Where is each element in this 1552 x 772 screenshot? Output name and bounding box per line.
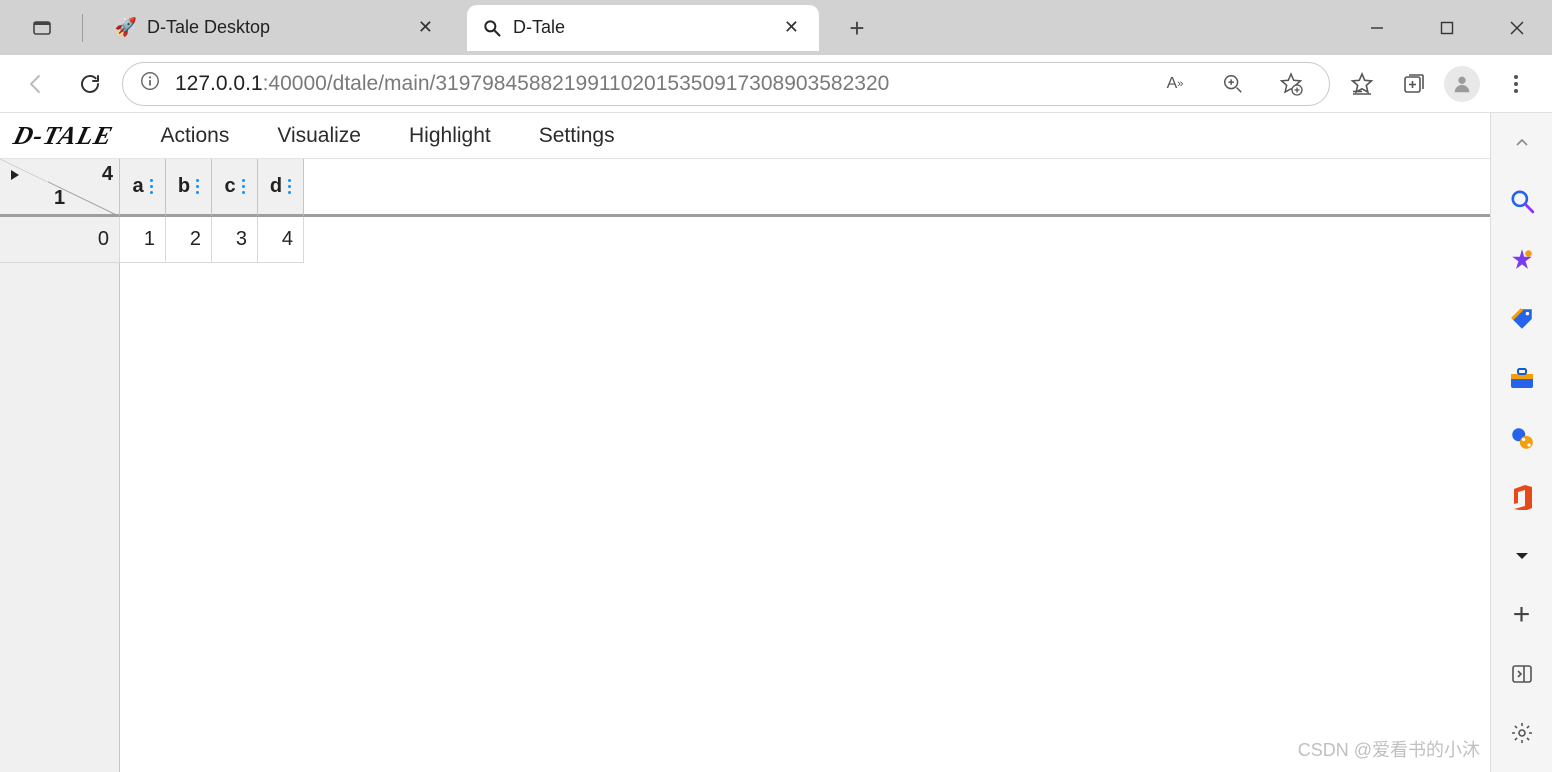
- more-menu-button[interactable]: [1494, 62, 1538, 106]
- tab-manager-button[interactable]: [20, 6, 64, 50]
- grid-corner-totals[interactable]: 4 1: [48, 159, 120, 217]
- menu-settings[interactable]: Settings: [539, 124, 615, 148]
- dtale-menubar: D-TALE Actions Visualize Highlight Setti…: [0, 113, 1490, 159]
- tab-dtale-desktop[interactable]: 🚀 D-Tale Desktop ✕: [101, 5, 453, 51]
- column-menu-icon[interactable]: [150, 179, 153, 194]
- close-icon[interactable]: ✕: [412, 13, 439, 42]
- column-header-b[interactable]: b: [166, 159, 212, 217]
- sidebar-star-icon[interactable]: [1499, 239, 1545, 280]
- menu-actions[interactable]: Actions: [160, 124, 229, 148]
- browser-toolbar: 127.0.0.1:40000/dtale/main/3197984588219…: [0, 55, 1552, 113]
- favorite-add-icon[interactable]: [1269, 62, 1313, 106]
- menu-highlight[interactable]: Highlight: [409, 124, 491, 148]
- column-menu-icon[interactable]: [242, 179, 245, 194]
- scroll-up-icon[interactable]: [1499, 121, 1545, 162]
- column-header-d[interactable]: d: [258, 159, 304, 217]
- column-menu-icon[interactable]: [196, 179, 199, 194]
- row-gutter[interactable]: [0, 217, 48, 263]
- sidebar-tag-icon[interactable]: [1499, 299, 1545, 340]
- sidebar-expand-icon[interactable]: [1499, 535, 1545, 576]
- dtale-logo[interactable]: D-TALE: [10, 121, 116, 151]
- edge-sidebar: +: [1490, 113, 1552, 772]
- web-page: D-TALE Actions Visualize Highlight Setti…: [0, 113, 1490, 772]
- cell-a[interactable]: 1: [120, 217, 166, 263]
- sidebar-games-icon[interactable]: [1499, 417, 1545, 458]
- maximize-button[interactable]: [1412, 0, 1482, 55]
- tab-title: D-Tale Desktop: [147, 17, 402, 38]
- new-tab-button[interactable]: +: [839, 10, 875, 46]
- profile-avatar[interactable]: [1444, 66, 1480, 102]
- sidebar-search-icon[interactable]: [1499, 180, 1545, 221]
- close-icon[interactable]: ✕: [778, 13, 805, 42]
- minimize-button[interactable]: [1342, 0, 1412, 55]
- zoom-icon[interactable]: [1211, 62, 1255, 106]
- browser-titlebar: 🚀 D-Tale Desktop ✕ D-Tale ✕ +: [0, 0, 1552, 55]
- grid-corner[interactable]: [0, 159, 48, 217]
- grid-gutter: [0, 263, 120, 772]
- sidebar-collapse-icon[interactable]: [1499, 654, 1545, 695]
- grid-body: [120, 263, 1490, 772]
- column-header-c[interactable]: c: [212, 159, 258, 217]
- sidebar-add-icon[interactable]: +: [1499, 595, 1545, 636]
- close-window-button[interactable]: [1482, 0, 1552, 55]
- collections-icon[interactable]: [1392, 62, 1436, 106]
- read-aloud-icon[interactable]: A»: [1153, 62, 1197, 106]
- menu-visualize[interactable]: Visualize: [277, 124, 361, 148]
- total-columns: 4: [102, 163, 113, 186]
- search-icon: [481, 18, 503, 38]
- site-info-icon[interactable]: [139, 70, 161, 97]
- rocket-icon: 🚀: [115, 17, 137, 38]
- dtale-grid: 4 1 a b c d 0 1 2 3 4: [0, 159, 1490, 772]
- favorites-bar-icon[interactable]: [1340, 62, 1384, 106]
- row-index[interactable]: 0: [48, 217, 120, 263]
- window-controls: [1342, 0, 1552, 55]
- back-button[interactable]: [14, 62, 58, 106]
- column-menu-icon[interactable]: [288, 179, 291, 194]
- address-bar[interactable]: 127.0.0.1:40000/dtale/main/3197984588219…: [122, 62, 1330, 106]
- cell-d[interactable]: 4: [258, 217, 304, 263]
- row-spacer: [304, 217, 1490, 263]
- tab-title: D-Tale: [513, 17, 768, 38]
- divider: [82, 14, 83, 42]
- url-text: 127.0.0.1:40000/dtale/main/3197984588219…: [175, 72, 1139, 96]
- expand-icon[interactable]: [8, 165, 22, 188]
- refresh-button[interactable]: [68, 62, 112, 106]
- total-rows: 1: [54, 187, 65, 210]
- sidebar-toolbox-icon[interactable]: [1499, 358, 1545, 399]
- sidebar-settings-icon[interactable]: [1499, 713, 1545, 754]
- cell-b[interactable]: 2: [166, 217, 212, 263]
- column-header-a[interactable]: a: [120, 159, 166, 217]
- tab-dtale[interactable]: D-Tale ✕: [467, 5, 819, 51]
- sidebar-office-icon[interactable]: [1499, 476, 1545, 517]
- cell-c[interactable]: 3: [212, 217, 258, 263]
- header-spacer: [304, 159, 1490, 217]
